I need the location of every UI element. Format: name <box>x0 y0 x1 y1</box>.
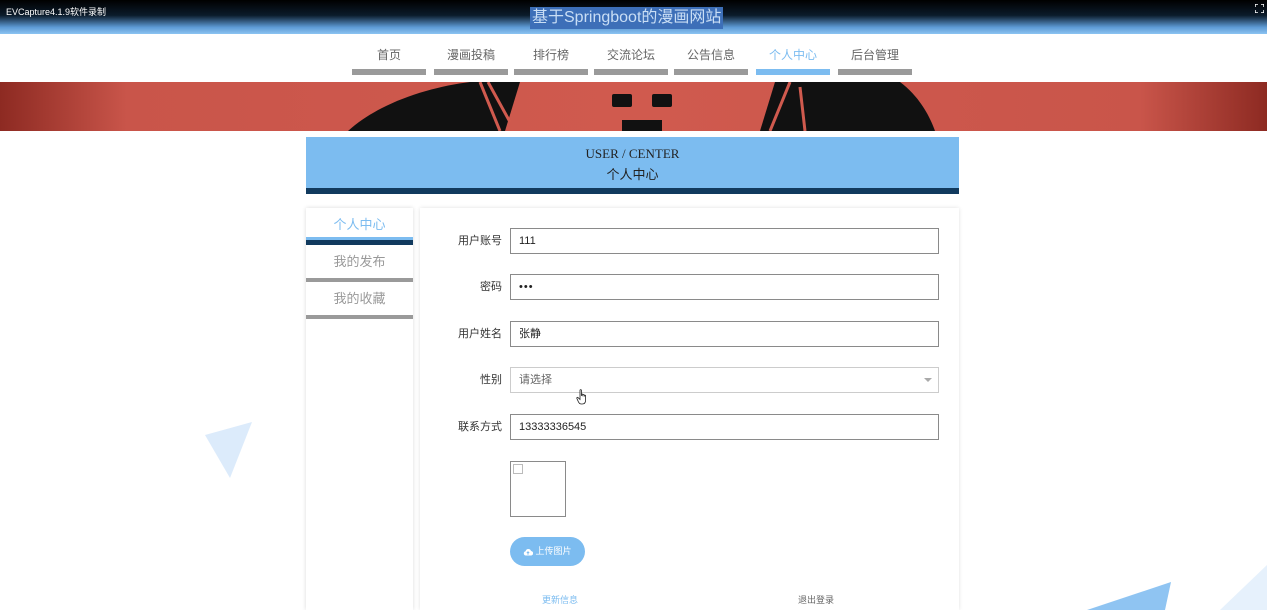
hand-pointer-icon <box>576 389 586 405</box>
name-row: 用户姓名 张静 <box>420 321 959 347</box>
sidebar-item-label: 我的收藏 <box>333 291 386 306</box>
nav-item-comic-submit[interactable]: 漫画投稿 <box>434 42 508 75</box>
title-bar: EVCapture4.1.9软件录制 基于Springboot的漫画网站 <box>0 0 1267 34</box>
name-input[interactable]: 张静 <box>510 321 939 347</box>
name-label: 用户姓名 <box>458 328 502 340</box>
cloud-upload-icon <box>524 549 534 556</box>
decor-triangle <box>1087 582 1171 610</box>
decor-triangle <box>205 422 252 478</box>
banner-image <box>0 82 1267 131</box>
page-title-en: USER / CENTER <box>585 146 680 161</box>
sidebar-item-user-center[interactable]: 个人中心 <box>306 208 413 245</box>
gender-select[interactable]: 请选择 <box>510 367 939 393</box>
broken-image-icon <box>513 464 523 474</box>
sidebar-item-my-posts[interactable]: 我的发布 <box>306 245 413 282</box>
upload-image-label: 上传图片 <box>535 546 572 556</box>
nav-item-admin[interactable]: 后台管理 <box>838 42 912 75</box>
nav-item-label: 首页 <box>376 48 401 62</box>
nav-item-ranking[interactable]: 排行榜 <box>514 42 588 75</box>
phone-input[interactable]: 13333336545 <box>510 414 939 440</box>
nav-item-label: 后台管理 <box>850 48 899 62</box>
nav-item-label: 公告信息 <box>686 48 735 62</box>
password-input[interactable]: ••• <box>510 274 939 300</box>
sidebar-item-label: 我的发布 <box>333 254 386 269</box>
phone-row: 联系方式 13333336545 <box>420 414 959 440</box>
nav-item-home[interactable]: 首页 <box>352 42 426 75</box>
account-row: 用户账号 111 <box>420 228 959 254</box>
sidebar: 个人中心 我的发布 我的收藏 <box>306 208 413 610</box>
profile-form: 用户账号 111 密码 ••• 用户姓名 张静 性别 请选择 联系方式 1333… <box>420 208 959 610</box>
logout-button[interactable]: 退出登录 <box>798 593 834 606</box>
nav-item-user-center[interactable]: 个人中心 <box>756 42 830 75</box>
upload-image-button[interactable]: 上传图片 <box>510 537 585 566</box>
update-info-button[interactable]: 更新信息 <box>542 593 578 606</box>
gender-placeholder: 请选择 <box>519 374 552 386</box>
page-title-cn: 个人中心 <box>606 167 659 182</box>
account-input[interactable]: 111 <box>510 228 939 254</box>
header-underline <box>306 188 959 194</box>
nav-item-label: 排行榜 <box>532 48 569 62</box>
nav-item-label: 漫画投稿 <box>446 48 495 62</box>
gender-label: 性别 <box>480 374 502 386</box>
page-header: USER / CENTER 个人中心 <box>306 137 959 194</box>
recorder-label: EVCapture4.1.9软件录制 <box>6 7 107 17</box>
account-label: 用户账号 <box>458 235 502 247</box>
gender-row: 性别 请选择 <box>420 367 959 393</box>
main-nav: 首页 漫画投稿 排行榜 交流论坛 公告信息 个人中心 后台管理 <box>0 34 1267 82</box>
nav-item-label: 个人中心 <box>768 48 817 62</box>
phone-label: 联系方式 <box>458 421 502 433</box>
banner-artwork <box>348 82 935 131</box>
nav-item-forum[interactable]: 交流论坛 <box>594 42 668 75</box>
sidebar-item-my-favorites[interactable]: 我的收藏 <box>306 282 413 319</box>
nav-item-label: 交流论坛 <box>606 48 655 62</box>
nav-item-notice[interactable]: 公告信息 <box>674 42 748 75</box>
fullscreen-icon[interactable] <box>1255 4 1264 13</box>
decor-triangle <box>1220 565 1267 610</box>
password-row: 密码 ••• <box>420 274 959 300</box>
avatar-preview <box>510 461 566 517</box>
chevron-down-icon <box>924 378 932 382</box>
site-title: 基于Springboot的漫画网站 <box>530 7 724 29</box>
password-label: 密码 <box>480 281 502 293</box>
